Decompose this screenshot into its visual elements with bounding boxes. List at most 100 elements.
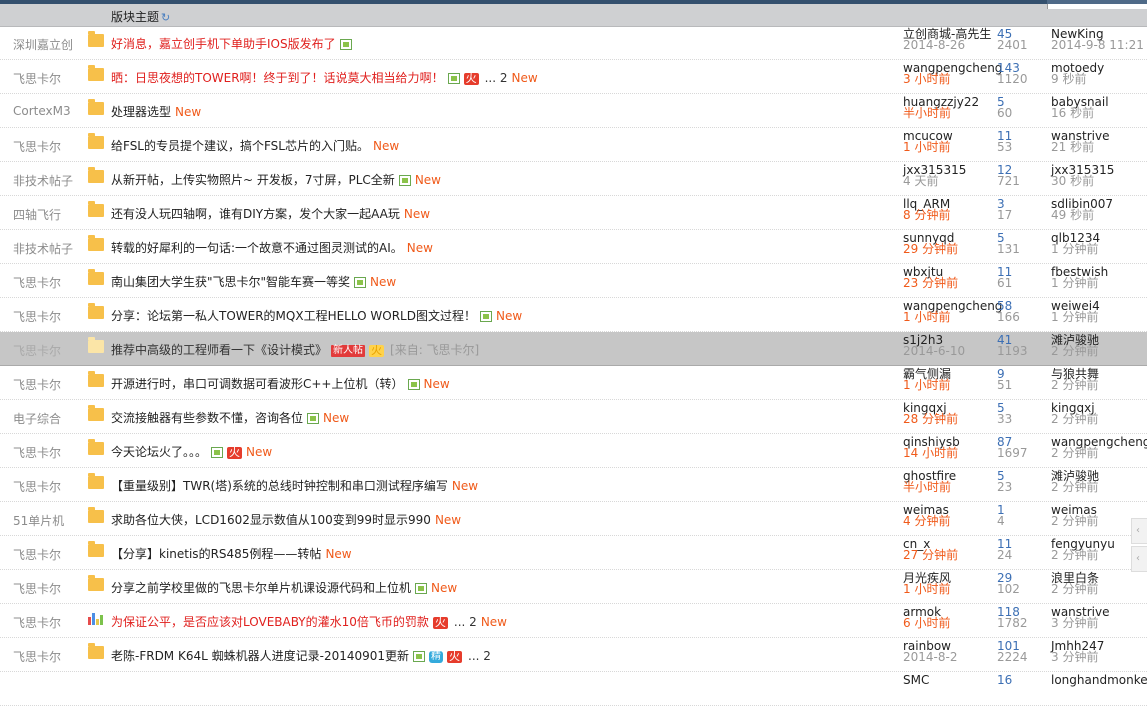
source-forum[interactable]: [来自: 飞思卡尔]	[390, 343, 479, 357]
forum-name[interactable]: 飞思卡尔	[13, 70, 61, 87]
stats-cell: 87 1697	[997, 436, 1028, 459]
last-post-time[interactable]: 2 分钟前	[1051, 583, 1099, 595]
topic-icon	[88, 99, 104, 115]
page-link[interactable]: ... 2	[468, 649, 491, 663]
stats-cell: 101 2224	[997, 640, 1028, 663]
forum-name[interactable]: 飞思卡尔	[13, 342, 61, 359]
topic-link[interactable]: 转载的好犀利的一句话:一个故意不通过图灵测试的AI。	[111, 241, 403, 255]
thread-row[interactable]: SMC 16 longhandmonkey	[0, 672, 1147, 706]
forum-name[interactable]: 非技术帖子	[13, 240, 73, 257]
last-post-time[interactable]: 2 分钟前	[1051, 345, 1099, 357]
last-post-cell: kingqxj 2 分钟前	[1051, 402, 1098, 425]
last-post-time[interactable]: 2014-9-8 11:21	[1051, 39, 1144, 51]
last-post-time[interactable]: 2 分钟前	[1051, 447, 1147, 459]
topic-link[interactable]: 晒：日思夜想的TOWER啊！终于到了！话说莫大相当给力啊！	[111, 71, 444, 85]
thread-row[interactable]: 飞思卡尔 【重量级别】TWR(塔)系统的总线时钟控制和串口测试程序编写 New gho…	[0, 468, 1147, 502]
last-post-time[interactable]: 9 秒前	[1051, 73, 1104, 85]
forum-name[interactable]: 飞思卡尔	[13, 648, 61, 665]
topic-link[interactable]: 分享：论坛第一私人TOWER的MQX工程HELLO WORLD图文过程！	[111, 309, 476, 323]
forum-name[interactable]: 飞思卡尔	[13, 580, 61, 597]
header-title[interactable]: 版块主题 ↻	[111, 8, 170, 25]
thread-row[interactable]: 电子综合 交流接触器有些参数不懂，咨询各位 New kingqxj 28 分钟前 5 33 k…	[0, 400, 1147, 434]
topic-title: 交流接触器有些参数不懂，咨询各位 New	[111, 409, 349, 426]
thread-row[interactable]: 飞思卡尔 为保证公平，是否应该对LOVEBABY的灌水10倍飞币的罚款火 ... 2…	[0, 604, 1147, 638]
forum-name[interactable]: 飞思卡尔	[13, 478, 61, 495]
last-post-time[interactable]: 3 分钟前	[1051, 617, 1109, 629]
thread-row[interactable]: 四轴飞行 还有没人玩四轴啊，谁有DIY方案，发个大家一起AA玩 New llq_ARM…	[0, 196, 1147, 230]
forum-name[interactable]: 飞思卡尔	[13, 376, 61, 393]
last-poster[interactable]: longhandmonkey	[1051, 674, 1147, 686]
forum-name[interactable]: 飞思卡尔	[13, 308, 61, 325]
thread-row[interactable]: 飞思卡尔 今天论坛火了。。。 火 New qinshiysb 14 小时前 87 1697 wa…	[0, 434, 1147, 468]
topic-link[interactable]: 分享之前学校里做的飞思卡尔单片机课设源代码和上位机	[111, 581, 411, 595]
forum-name[interactable]: 非技术帖子	[13, 172, 73, 189]
topic-title: 处理器选型 New	[111, 103, 201, 120]
topic-link[interactable]: 还有没人玩四轴啊，谁有DIY方案，发个大家一起AA玩	[111, 207, 400, 221]
side-button[interactable]: ‹	[1131, 546, 1147, 572]
topic-link[interactable]: 推荐中高级的工程师看一下《设计模式》	[111, 343, 327, 357]
topic-link[interactable]: 求助各位大侠，LCD1602显示数值从100变到99时显示990	[111, 513, 431, 527]
last-post-time[interactable]: 16 秒前	[1051, 107, 1109, 119]
last-post-time[interactable]: 30 秒前	[1051, 175, 1114, 187]
last-post-cell: NewKing 2014-9-8 11:21	[1051, 28, 1144, 51]
topic-link[interactable]: 【分享】kinetis的RS485例程——转帖	[111, 547, 321, 561]
forum-name[interactable]: 深圳嘉立创	[13, 36, 73, 53]
topic-link[interactable]: 好消息，嘉立创手机下单助手IOS版发布了	[111, 37, 336, 51]
image-attachment-icon	[339, 39, 352, 50]
thread-row[interactable]: 非技术帖子 转载的好犀利的一句话:一个故意不通过图灵测试的AI。 New sunnyq…	[0, 230, 1147, 264]
forum-name[interactable]: 飞思卡尔	[13, 444, 61, 461]
folder-icon	[88, 643, 104, 659]
thread-row[interactable]: 飞思卡尔 南山集团大学生获"飞思卡尔"智能车赛一等奖 New wbxjtu 23 分钟前…	[0, 264, 1147, 298]
thread-row[interactable]: 飞思卡尔 分享之前学校里做的飞思卡尔单片机课设源代码和上位机 New 月光疾风 1 小时…	[0, 570, 1147, 604]
topic-link[interactable]: 开源进行时，串口可调数据可看波形C++上位机（转）	[111, 377, 404, 391]
topic-link[interactable]: 交流接触器有些参数不懂，咨询各位	[111, 411, 303, 425]
author-name[interactable]: SMC	[903, 674, 929, 686]
thread-row[interactable]: 飞思卡尔 老陈-FRDM K64L 蜘蛛机器人进度记录-20140901更新 精火.…	[0, 638, 1147, 672]
forum-name[interactable]: CortexM3	[13, 104, 71, 118]
last-post-time[interactable]: 2 分钟前	[1051, 379, 1099, 391]
last-post-cell: sdlibin007 49 秒前	[1051, 198, 1113, 221]
thread-row[interactable]: 飞思卡尔 【分享】kinetis的RS485例程——转帖 New cn_x 27 分钟前…	[0, 536, 1147, 570]
page-link[interactable]: ... 2	[485, 71, 508, 85]
forum-name[interactable]: 飞思卡尔	[13, 274, 61, 291]
refresh-icon[interactable]: ↻	[161, 11, 170, 24]
scroll-top-button[interactable]: ‹	[1131, 518, 1147, 544]
last-post-time[interactable]: 1 分钟前	[1051, 311, 1100, 323]
thread-row[interactable]: 非技术帖子 从新开帖，上传实物照片~ 开发板，7寸屏，PLC全新 New jxx315…	[0, 162, 1147, 196]
thread-row[interactable]: 51单片机 求助各位大侠，LCD1602显示数值从100变到99时显示990 New…	[0, 502, 1147, 536]
thread-row[interactable]: 飞思卡尔 推荐中高级的工程师看一下《设计模式》 新人帖火 [来自: 飞思卡尔] s1j2…	[0, 332, 1147, 366]
last-post-time[interactable]: 1 分钟前	[1051, 243, 1100, 255]
forum-name[interactable]: 电子综合	[13, 410, 61, 427]
last-post-time[interactable]: 2 分钟前	[1051, 481, 1099, 493]
last-post-time[interactable]: 1 分钟前	[1051, 277, 1108, 289]
topic-link[interactable]: 给FSL的专员提个建议，搞个FSL芯片的入门贴。	[111, 139, 369, 153]
last-post-time[interactable]: 49 秒前	[1051, 209, 1113, 221]
topic-link[interactable]: 从新开帖，上传实物照片~ 开发板，7寸屏，PLC全新	[111, 173, 395, 187]
thread-row[interactable]: 飞思卡尔 晒：日思夜想的TOWER啊！终于到了！话说莫大相当给力啊！ 火 ... 2N…	[0, 60, 1147, 94]
thread-row[interactable]: 深圳嘉立创 好消息，嘉立创手机下单助手IOS版发布了 立创商城-高先生 2014-8-…	[0, 26, 1147, 60]
forum-name[interactable]: 51单片机	[13, 512, 64, 529]
last-post-time[interactable]: 2 分钟前	[1051, 549, 1115, 561]
topic-link[interactable]: 老陈-FRDM K64L 蜘蛛机器人进度记录-20140901更新	[111, 649, 409, 663]
forum-name[interactable]: 飞思卡尔	[13, 546, 61, 563]
last-post-time[interactable]: 3 分钟前	[1051, 651, 1104, 663]
thread-row[interactable]: CortexM3 处理器选型 New huangzzjy22 半小时前 5 60 babysn…	[0, 94, 1147, 128]
forum-name[interactable]: 飞思卡尔	[13, 138, 61, 155]
last-post-time[interactable]: 2 分钟前	[1051, 413, 1098, 425]
thread-row[interactable]: 飞思卡尔 分享：论坛第一私人TOWER的MQX工程HELLO WORLD图文过程！…	[0, 298, 1147, 332]
topic-link[interactable]: 为保证公平，是否应该对LOVEBABY的灌水10倍飞币的罚款	[111, 615, 429, 629]
image-attachment-icon	[407, 379, 420, 390]
page-link[interactable]: ... 2	[454, 615, 477, 629]
topic-link[interactable]: 处理器选型	[111, 105, 171, 119]
topic-link[interactable]: 【重量级别】TWR(塔)系统的总线时钟控制和串口测试程序编写	[111, 479, 448, 493]
last-post-time[interactable]: 21 秒前	[1051, 141, 1109, 153]
topic-link[interactable]: 今天论坛火了。。。	[111, 445, 207, 459]
reply-count[interactable]: 16	[997, 674, 1012, 686]
thread-row[interactable]: 飞思卡尔 开源进行时，串口可调数据可看波形C++上位机（转） New 霸气侧漏 1 小时…	[0, 366, 1147, 400]
thread-row[interactable]: 飞思卡尔 给FSL的专员提个建议，搞个FSL芯片的入门贴。 New mcucow 1 小…	[0, 128, 1147, 162]
forum-name[interactable]: 飞思卡尔	[13, 614, 61, 631]
folder-icon	[88, 303, 104, 319]
topic-link[interactable]: 南山集团大学生获"飞思卡尔"智能车赛一等奖	[111, 275, 350, 289]
forum-name[interactable]: 四轴飞行	[13, 206, 61, 223]
last-post-time[interactable]: 2 分钟前	[1051, 515, 1098, 527]
